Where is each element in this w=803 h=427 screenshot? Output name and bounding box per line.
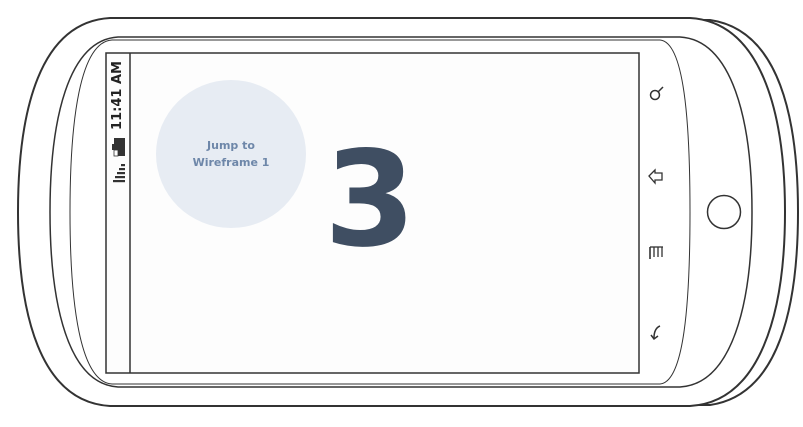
search-icon[interactable]	[646, 82, 668, 104]
battery-icon	[112, 138, 125, 157]
jump-label-line1: Jump to	[207, 139, 255, 152]
home-icon[interactable]	[646, 165, 668, 187]
jump-label-line2: Wireframe 1	[192, 156, 270, 169]
jump-to-wireframe-button[interactable]: Jump to Wireframe 1	[156, 80, 306, 228]
trackball[interactable]	[706, 194, 742, 230]
back-icon[interactable]	[646, 322, 668, 344]
status-time: 11:41 AM	[110, 61, 125, 130]
screen-number: 3	[324, 123, 416, 277]
signal-icon	[113, 164, 125, 183]
menu-icon[interactable]	[646, 242, 668, 264]
